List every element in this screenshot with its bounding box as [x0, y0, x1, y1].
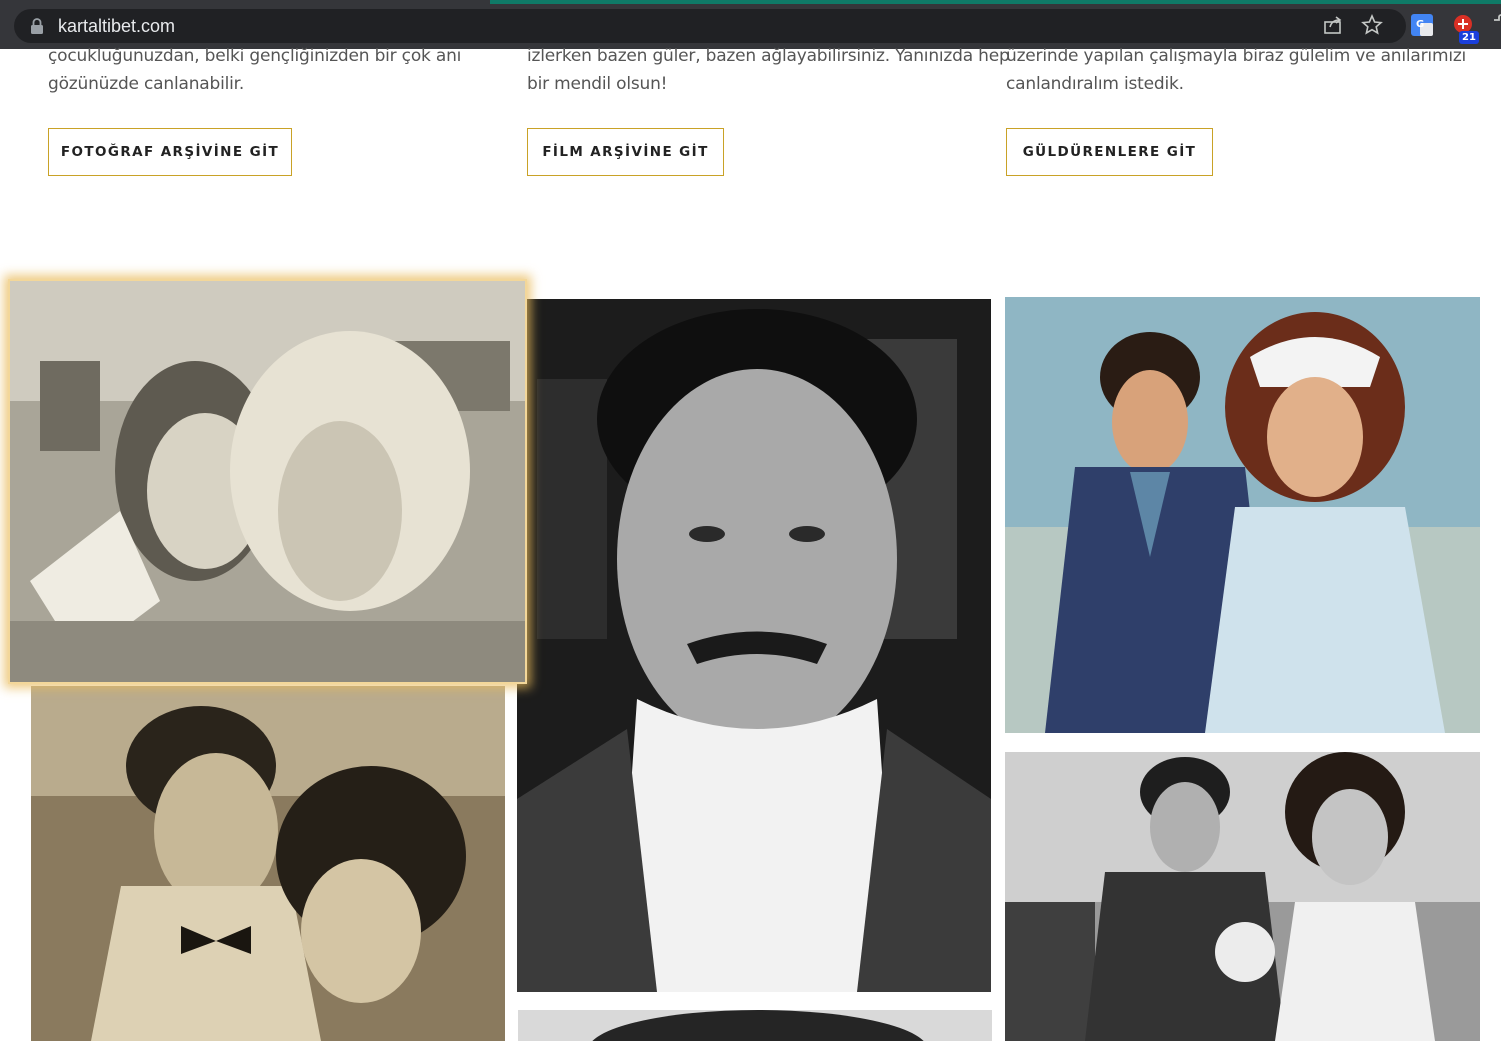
text-line: üzerinde yapılan çalışmayla biraz güleli…	[1006, 46, 1467, 66]
photo-archive-description: çocukluğunuzdan, belki gençliğinizden bi…	[48, 42, 488, 98]
url-text[interactable]: kartaltibet.com	[58, 16, 175, 36]
gallery-photo-couple-nurse[interactable]	[1005, 297, 1480, 733]
text-line: gözünüzde canlanabilir.	[48, 74, 245, 94]
text-line: canlandıralım istedik.	[1006, 74, 1184, 94]
film-archive-description: izlerken bazen güler, bazen ağlayabilirs…	[527, 42, 1010, 98]
address-bar[interactable]: kartaltibet.com	[14, 9, 1406, 43]
gallery-photo-partial[interactable]	[518, 1010, 992, 1041]
text-line: bir mendil olsun!	[527, 74, 668, 94]
share-icon[interactable]	[1322, 14, 1344, 36]
comedy-description: üzerinde yapılan çalışmayla biraz güleli…	[1006, 42, 1467, 98]
gallery-photo-couple-flower[interactable]	[8, 279, 527, 684]
gallery-photo-portrait-turtleneck[interactable]	[517, 299, 991, 992]
translate-icon[interactable]: G	[1411, 14, 1433, 36]
gallery-photo-couple-flowers-beach[interactable]	[1005, 752, 1480, 1041]
puzzle-icon[interactable]	[1490, 14, 1501, 36]
lock-icon[interactable]	[30, 18, 44, 34]
star-icon[interactable]	[1361, 14, 1383, 36]
gallery-photo-couple-tuxedo[interactable]	[31, 686, 505, 1041]
text-line: çocukluğunuzdan, belki gençliğinizden bi…	[48, 46, 462, 66]
extension-badge: 21	[1459, 31, 1479, 44]
text-line: izlerken bazen güler, bazen ağlayabilirs…	[527, 46, 1010, 66]
film-archive-button[interactable]: FİLM ARŞİVİNE GİT	[527, 128, 724, 176]
svg-text:G: G	[1416, 19, 1424, 30]
comedy-button[interactable]: GÜLDÜRENLERE GİT	[1006, 128, 1213, 176]
photo-archive-button[interactable]: FOTOĞRAF ARŞİVİNE GİT	[48, 128, 292, 176]
